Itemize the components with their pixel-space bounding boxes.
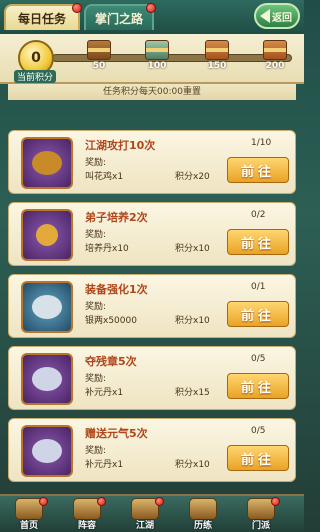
reward-points: 积分x10	[175, 316, 210, 326]
reward-label: 奖励:	[85, 302, 107, 312]
notification-dot	[271, 497, 280, 506]
reward-label: 奖励:	[85, 374, 107, 384]
milestone-value: 150	[207, 61, 227, 71]
milestone-chest-1[interactable]: 50	[86, 40, 112, 71]
task-card: 江湖攻打10次 奖励: 叫花鸡x1 积分x20 1/10 前往	[8, 130, 296, 194]
nav-sect[interactable]: 门派	[240, 497, 282, 532]
back-button-label: 返回	[272, 12, 292, 24]
pill-pouch-icon	[21, 425, 73, 477]
tab-master-road[interactable]: 掌门之路	[84, 3, 156, 30]
go-button[interactable]: 前往	[227, 445, 289, 471]
notification-dot	[146, 3, 156, 13]
task-progress: 0/5	[251, 354, 266, 364]
training-icon	[189, 498, 217, 520]
reward-points: 积分x10	[175, 460, 210, 470]
milestone-value: 200	[265, 61, 285, 71]
notification-dot	[155, 497, 164, 506]
back-arrow-icon	[260, 9, 270, 23]
task-card: 装备强化1次 奖励: 银两x50000 积分x10 0/1 前往	[8, 274, 296, 338]
reward-points: 积分x10	[175, 244, 210, 254]
points-progress: 0 当前积分 50 100 150 200	[0, 34, 304, 84]
task-card: 赠送元气5次 奖励: 补元丹x1 积分x10 0/5 前往	[8, 418, 296, 482]
reset-notice: 任务积分每天00:00重置	[8, 84, 296, 100]
nav-lineup[interactable]: 阵容	[66, 497, 108, 532]
reward-label: 奖励:	[85, 230, 107, 240]
task-title: 赠送元气5次	[85, 427, 148, 440]
golden-orb-icon	[21, 209, 73, 261]
reward-label: 奖励:	[85, 446, 107, 456]
reward-item: 培养丹x10	[85, 244, 129, 254]
task-title: 弟子培养2次	[85, 211, 148, 224]
wooden-chest-icon	[87, 40, 111, 60]
nav-home-label: 首页	[19, 521, 38, 531]
roast-chicken-icon	[21, 137, 73, 189]
reward-points: 积分x15	[175, 388, 210, 398]
task-progress: 0/2	[251, 210, 266, 220]
bottom-nav: 首页 阵容 江湖 历练 门派	[0, 494, 304, 532]
milestone-chest-2[interactable]: 100	[144, 40, 170, 71]
nav-home[interactable]: 首页	[8, 497, 50, 532]
milestone-value: 100	[147, 61, 167, 71]
task-card: 夺残章5次 奖励: 补元丹x1 积分x15 0/5 前往	[8, 346, 296, 410]
notification-dot	[39, 497, 48, 506]
nav-sect-label: 门派	[251, 521, 270, 531]
notification-dot	[72, 3, 82, 13]
reward-item: 银两x50000	[85, 316, 137, 326]
go-button[interactable]: 前往	[227, 301, 289, 327]
current-points-label: 当前积分	[14, 70, 57, 83]
tab-daily-tasks[interactable]: 每日任务	[4, 3, 82, 30]
nav-jianghu-label: 江湖	[135, 521, 154, 531]
task-progress: 1/10	[251, 138, 272, 148]
milestone-chest-4[interactable]: 200	[262, 40, 288, 71]
daily-task-screen: 每日任务 掌门之路 返回 0 当前积分 50 100 150 200 任务积分每…	[0, 0, 304, 532]
treasure-chest-icon	[205, 40, 229, 60]
reward-item: 补元丹x1	[85, 388, 124, 398]
task-title: 夺残章5次	[85, 355, 137, 368]
silver-chest-icon	[145, 40, 169, 60]
milestone-value: 50	[92, 61, 106, 71]
go-button[interactable]: 前往	[227, 157, 289, 183]
task-progress: 0/1	[251, 282, 266, 292]
notification-dot	[97, 497, 106, 506]
nav-jianghu[interactable]: 江湖	[124, 497, 166, 532]
tab-daily-tasks-label: 每日任务	[17, 11, 66, 26]
milestone-chest-3[interactable]: 150	[204, 40, 230, 71]
treasure-chest-icon	[263, 40, 287, 60]
nav-lineup-label: 阵容	[77, 521, 96, 531]
tab-bar: 每日任务 掌门之路 返回	[0, 0, 304, 34]
nav-training[interactable]: 历练	[182, 498, 224, 532]
reward-points: 积分x20	[175, 172, 210, 182]
task-progress: 0/5	[251, 426, 266, 436]
task-card: 弟子培养2次 奖励: 培养丹x10 积分x10 0/2 前往	[8, 202, 296, 266]
pill-pouch-icon	[21, 353, 73, 405]
reward-item: 叫花鸡x1	[85, 172, 124, 182]
back-button[interactable]: 返回	[254, 3, 300, 29]
go-button[interactable]: 前往	[227, 229, 289, 255]
task-title: 装备强化1次	[85, 283, 148, 296]
reward-label: 奖励:	[85, 158, 107, 168]
reward-item: 补元丹x1	[85, 460, 124, 470]
current-points-value: 0	[31, 50, 41, 66]
go-button[interactable]: 前往	[227, 373, 289, 399]
tab-master-road-label: 掌门之路	[94, 11, 143, 26]
task-title: 江湖攻打10次	[85, 139, 156, 152]
nav-training-label: 历练	[193, 521, 212, 531]
task-list[interactable]: 江湖攻打10次 奖励: 叫花鸡x1 积分x20 1/10 前往 弟子培养2次 奖…	[8, 100, 296, 494]
silver-ingot-icon	[21, 281, 73, 333]
